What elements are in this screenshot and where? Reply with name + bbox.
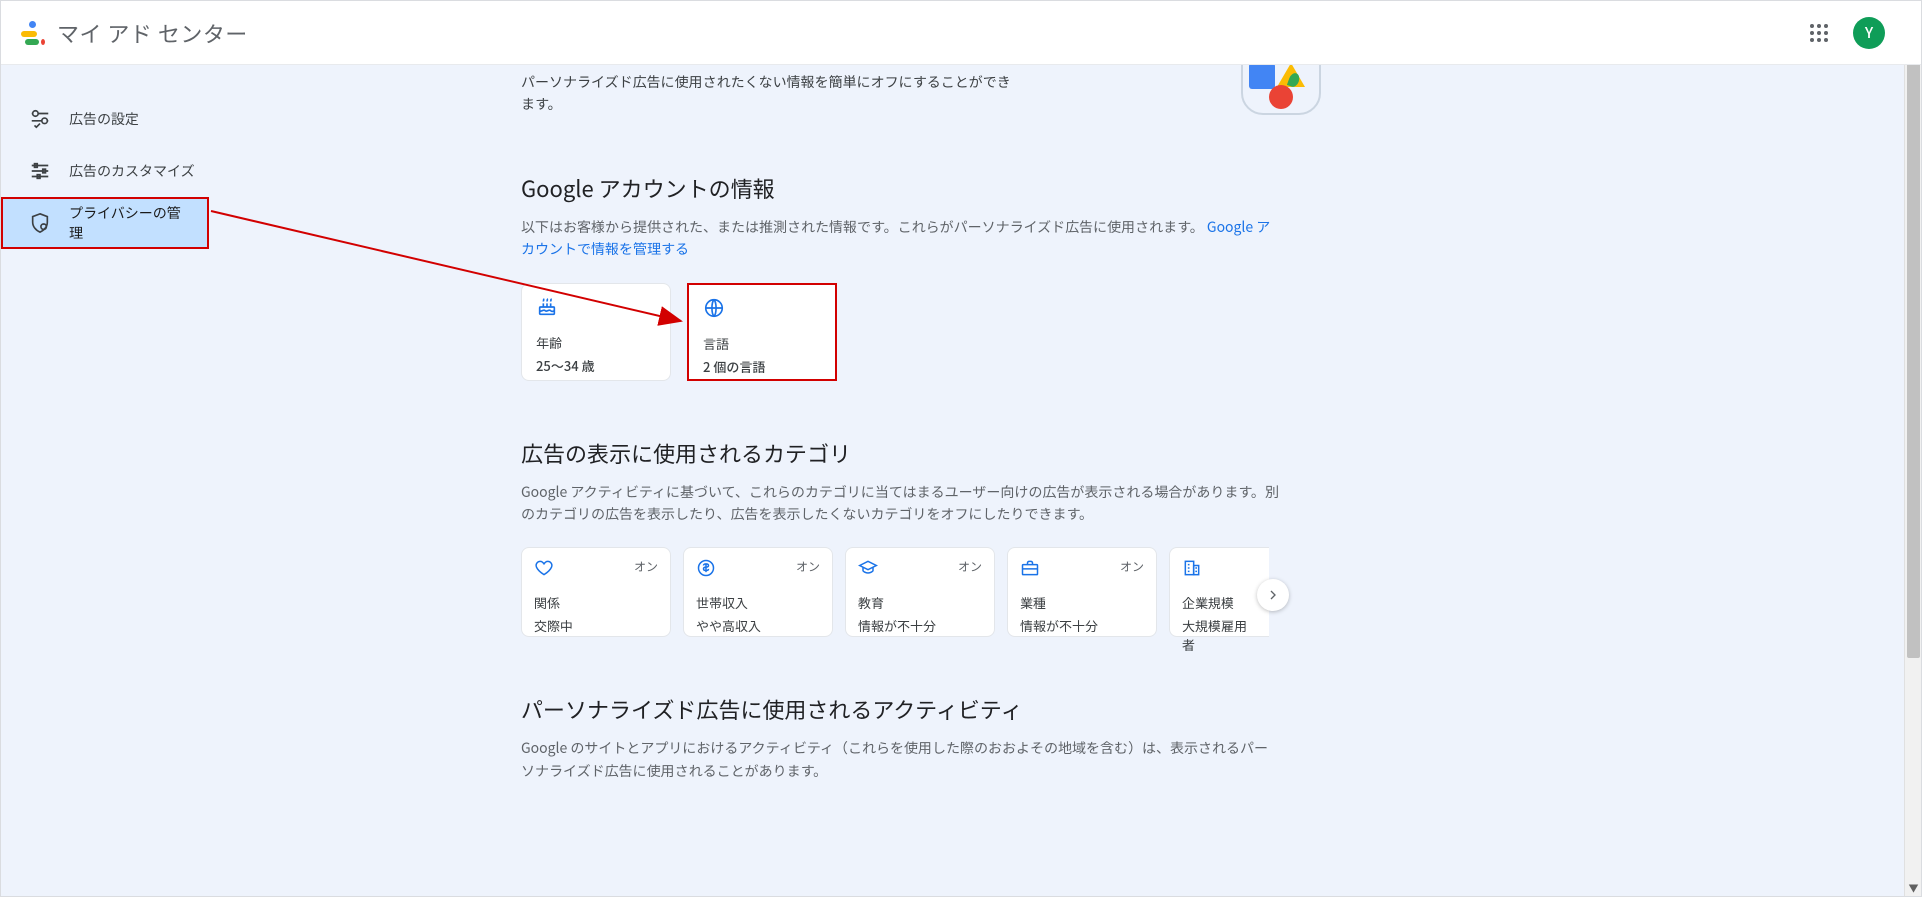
category-name: 世帯収入 [696, 593, 820, 612]
category-value: 交際中 [534, 616, 658, 635]
vertical-scrollbar[interactable]: ▲ ▼ [1904, 1, 1921, 896]
account-info-heading: Google アカウントの情報 [521, 172, 1281, 204]
category-name: 業種 [1020, 593, 1144, 612]
category-card-company-size[interactable]: 企業規模 大規模雇用者 [1169, 547, 1269, 637]
category-name: 教育 [858, 593, 982, 612]
sidebar-item-ad-settings[interactable]: 広告の設定 [1, 93, 241, 145]
app-header: マイ アド センター Y [1, 1, 1921, 65]
main-content: パーソナライズド広告に使用されたくない情報を簡単にオフにすることができます。 G… [301, 65, 1921, 896]
scrollbar-thumb[interactable] [1907, 18, 1920, 658]
categories-heading: 広告の表示に使用されるカテゴリ [521, 437, 1281, 469]
account-info-desc: 以下はお客様から提供された、または推測された情報です。これらがパーソナライズド広… [521, 216, 1281, 261]
sliders-icon [29, 108, 51, 130]
status-badge: オン [1120, 558, 1144, 575]
info-card-language[interactable]: 言語 2 個の言語 [687, 283, 837, 381]
app-logo-icon [21, 21, 45, 45]
card-value: 25～34 歳 [536, 356, 656, 375]
cake-icon [536, 296, 656, 323]
info-card-age[interactable]: 年齢 25～34 歳 [521, 283, 671, 381]
category-value: やや高収入 [696, 616, 820, 635]
shield-lock-icon [29, 212, 51, 234]
categories-desc: Google アクティビティに基づいて、これらのカテゴリに当てはまるユーザー向け… [521, 481, 1281, 526]
category-value: 情報が不十分 [858, 616, 982, 635]
scroll-down-arrow-icon[interactable]: ▼ [1905, 879, 1922, 896]
category-value: 情報が不十分 [1020, 616, 1144, 635]
sidebar: 広告の設定 広告のカスタマイズ プライバシーの管理 [1, 65, 301, 896]
tune-icon [29, 160, 51, 182]
sidebar-item-privacy[interactable]: プライバシーの管理 [1, 197, 209, 249]
status-badge: オン [958, 558, 982, 575]
account-avatar[interactable]: Y [1853, 17, 1885, 49]
money-icon [696, 559, 716, 583]
decorative-jar-image [1221, 55, 1351, 125]
globe-icon [703, 297, 821, 324]
category-name: 企業規模 [1182, 593, 1257, 612]
chevron-right-icon [1265, 587, 1281, 603]
card-value: 2 個の言語 [703, 357, 821, 376]
building-icon [1182, 559, 1202, 583]
category-card-relationship[interactable]: オン 関係 交際中 [521, 547, 671, 637]
status-badge: オン [634, 558, 658, 575]
sidebar-item-label: 広告のカスタマイズ [69, 161, 195, 181]
app-title: マイ アド センター [57, 17, 248, 49]
briefcase-icon [1020, 559, 1040, 583]
category-value: 大規模雇用者 [1182, 616, 1257, 654]
card-label: 年齢 [536, 333, 656, 352]
sidebar-item-label: プライバシーの管理 [69, 203, 185, 243]
card-label: 言語 [703, 334, 821, 353]
category-card-education[interactable]: オン 教育 情報が不十分 [845, 547, 995, 637]
sidebar-item-label: 広告の設定 [69, 109, 139, 129]
status-badge: オン [796, 558, 820, 575]
graduation-cap-icon [858, 559, 878, 583]
intro-text: パーソナライズド広告に使用されたくない情報を簡単にオフにすることができます。 [521, 65, 1011, 116]
scroll-next-button[interactable] [1257, 579, 1289, 611]
sidebar-item-customize[interactable]: 広告のカスタマイズ [1, 145, 241, 197]
heart-icon [534, 559, 554, 583]
google-apps-icon[interactable] [1799, 13, 1839, 53]
category-card-industry[interactable]: オン 業種 情報が不十分 [1007, 547, 1157, 637]
category-name: 関係 [534, 593, 658, 612]
activity-desc: Google のサイトとアプリにおけるアクティビティ（これらを使用した際のおおよ… [521, 737, 1281, 782]
category-card-income[interactable]: オン 世帯収入 やや高収入 [683, 547, 833, 637]
activity-heading: パーソナライズド広告に使用されるアクティビティ [521, 693, 1281, 725]
